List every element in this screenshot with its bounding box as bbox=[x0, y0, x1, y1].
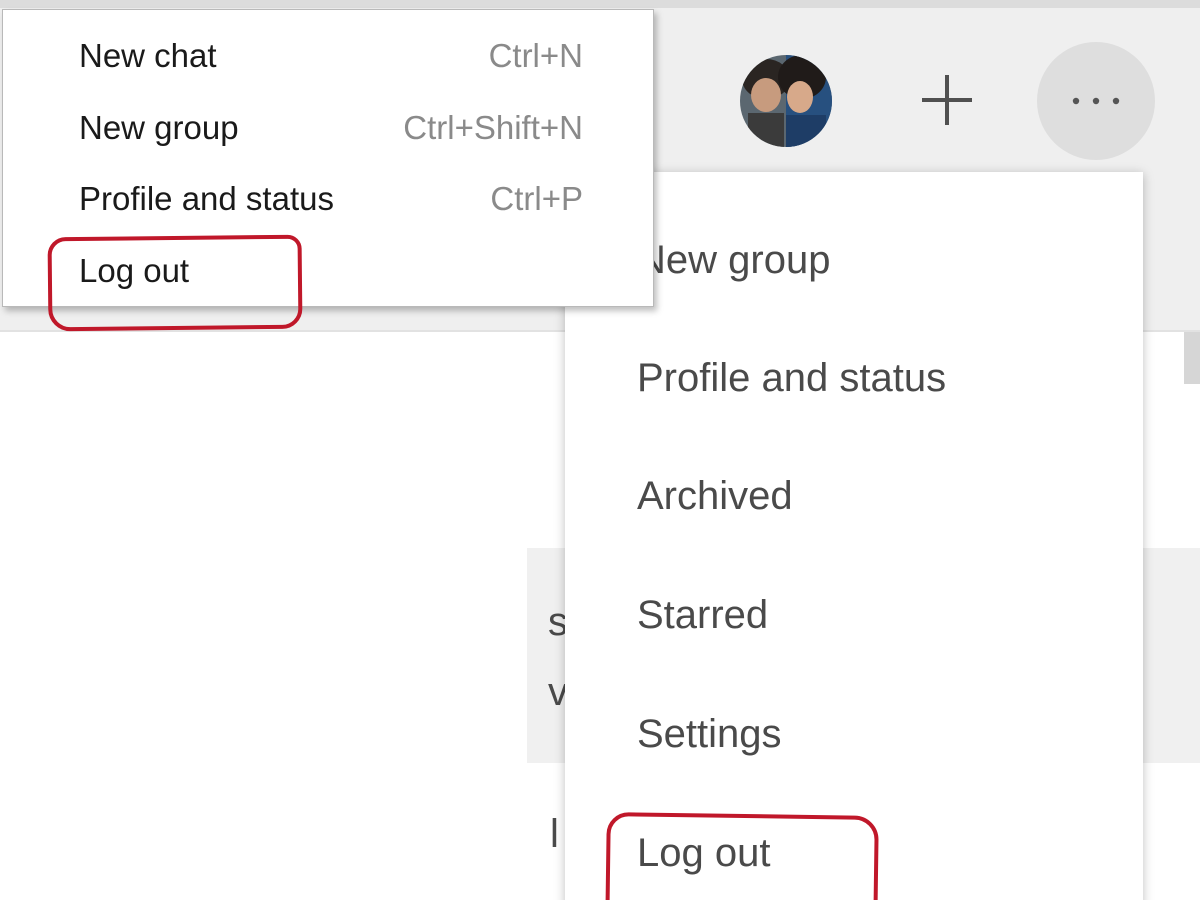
menu-item-archived[interactable]: Archived bbox=[637, 476, 793, 516]
profile-avatar[interactable] bbox=[740, 55, 832, 147]
more-options-button[interactable] bbox=[1037, 42, 1155, 160]
window-top-strip bbox=[0, 0, 1200, 8]
scrollbar-thumb[interactable] bbox=[1184, 332, 1200, 384]
menu-item-new-group[interactable]: New group Ctrl+Shift+N bbox=[3, 89, 653, 159]
menu-item-label: New group bbox=[79, 109, 239, 146]
menu-item-label: New chat bbox=[79, 37, 217, 74]
more-options-icon bbox=[1072, 97, 1120, 105]
menu-item-label: Profile and status bbox=[79, 180, 334, 217]
screenshot-stage: s v l New group Profile and status Archi… bbox=[0, 0, 1200, 900]
menu-item-new-group[interactable]: New group bbox=[637, 240, 830, 280]
background-text-fragment: l bbox=[550, 812, 559, 856]
keyboard-shortcut: Ctrl+P bbox=[490, 180, 583, 217]
annotation-highlight-web-logout bbox=[605, 812, 879, 900]
menu-item-new-chat[interactable]: New chat Ctrl+N bbox=[3, 17, 653, 87]
plus-icon bbox=[922, 75, 972, 125]
annotation-highlight-desktop-logout bbox=[47, 234, 303, 332]
new-chat-button[interactable] bbox=[912, 65, 982, 135]
menu-item-settings[interactable]: Settings bbox=[637, 714, 782, 754]
keyboard-shortcut: Ctrl+N bbox=[488, 37, 583, 74]
keyboard-shortcut: Ctrl+Shift+N bbox=[403, 109, 583, 146]
menu-item-profile-and-status[interactable]: Profile and status bbox=[637, 358, 946, 398]
menu-item-starred[interactable]: Starred bbox=[637, 595, 768, 635]
menu-item-profile-and-status[interactable]: Profile and status Ctrl+P bbox=[3, 160, 653, 230]
avatar-photo-icon bbox=[740, 55, 832, 147]
